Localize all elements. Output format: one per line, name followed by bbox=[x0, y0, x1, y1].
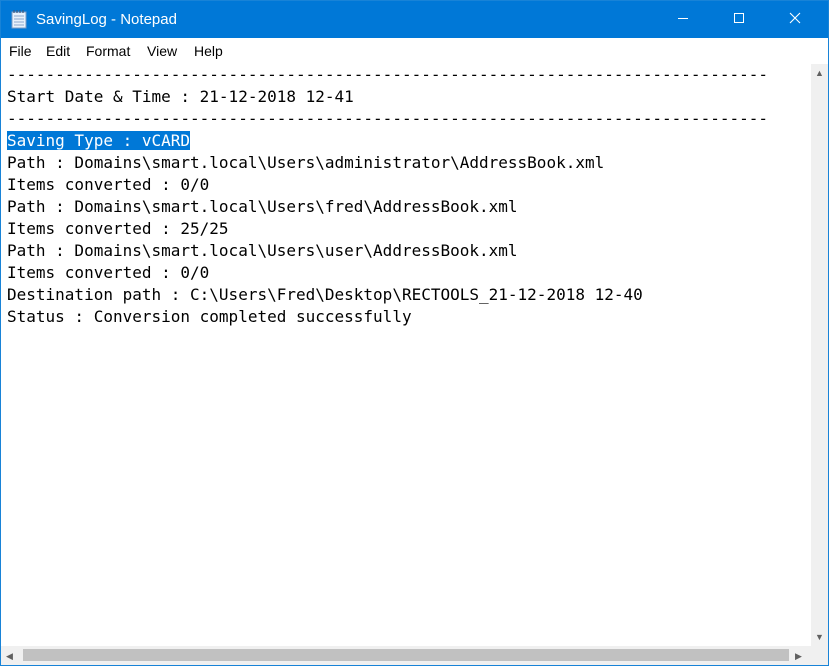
text-line: ----------------------------------------… bbox=[7, 65, 768, 84]
horizontal-scroll-thumb[interactable] bbox=[23, 649, 789, 661]
close-button[interactable] bbox=[772, 1, 818, 38]
menu-format[interactable]: Format bbox=[86, 43, 130, 59]
text-line-selected: Saving Type : vCARD bbox=[7, 130, 191, 152]
scroll-down-icon[interactable]: ▼ bbox=[815, 632, 824, 642]
menu-file[interactable]: File bbox=[9, 43, 32, 59]
vertical-scrollbar[interactable]: ▲ ▼ bbox=[811, 64, 828, 646]
text-line: Destination path : C:\Users\Fred\Desktop… bbox=[7, 285, 643, 304]
text-line: Path : Domains\smart.local\Users\user\Ad… bbox=[7, 241, 518, 260]
maximize-button[interactable] bbox=[716, 1, 762, 38]
menu-help[interactable]: Help bbox=[194, 43, 223, 59]
minimize-button[interactable] bbox=[660, 1, 706, 38]
scroll-up-icon[interactable]: ▲ bbox=[815, 68, 824, 78]
text-line: Items converted : 0/0 bbox=[7, 175, 210, 194]
resize-grip[interactable] bbox=[811, 646, 828, 665]
menu-bar: File Edit Format View Help bbox=[1, 38, 828, 64]
scroll-right-icon[interactable]: ▶ bbox=[795, 651, 802, 661]
text-line: Items converted : 25/25 bbox=[7, 219, 229, 238]
text-editor[interactable]: ----------------------------------------… bbox=[1, 64, 811, 646]
title-bar[interactable]: SavingLog - Notepad bbox=[1, 1, 828, 38]
menu-view[interactable]: View bbox=[147, 43, 177, 59]
text-line: Path : Domains\smart.local\Users\adminis… bbox=[7, 153, 605, 172]
text-line: Path : Domains\smart.local\Users\fred\Ad… bbox=[7, 197, 518, 216]
text-line: ----------------------------------------… bbox=[7, 109, 768, 128]
selected-text: Saving Type : vCARD bbox=[7, 131, 191, 150]
menu-edit[interactable]: Edit bbox=[46, 43, 70, 59]
text-line: Status : Conversion completed successful… bbox=[7, 307, 412, 326]
maximize-icon bbox=[733, 11, 745, 29]
minimize-icon bbox=[677, 11, 689, 29]
horizontal-scrollbar[interactable]: ◀ ▶ bbox=[1, 646, 811, 665]
notepad-window: SavingLog - Notepad File Edit Format Vie… bbox=[0, 0, 829, 666]
close-icon bbox=[789, 11, 801, 29]
text-line: Items converted : 0/0 bbox=[7, 263, 210, 282]
text-line: Start Date & Time : 21-12-2018 12-41 bbox=[7, 87, 354, 106]
window-title: SavingLog - Notepad bbox=[36, 11, 177, 28]
scroll-left-icon[interactable]: ◀ bbox=[6, 651, 13, 661]
notepad-icon bbox=[11, 10, 27, 29]
